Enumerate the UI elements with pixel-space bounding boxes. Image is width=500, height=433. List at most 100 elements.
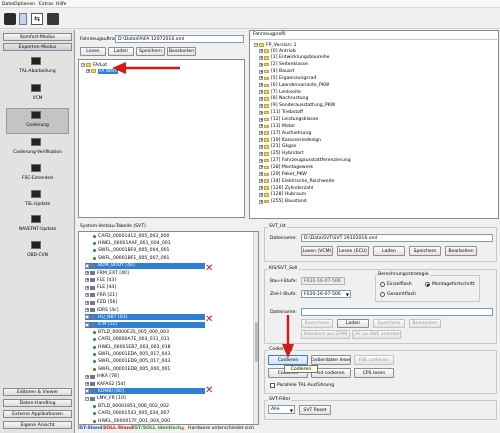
fp-tree-item[interactable]: + [1] Entwicklungsbaureihe xyxy=(259,55,329,61)
expand-icon[interactable]: − xyxy=(85,322,89,327)
expand-icon[interactable]: + xyxy=(259,151,263,156)
fa-path-field[interactable]: D:\Data\FA\FA 12072016.xml xyxy=(115,35,244,43)
svt-reset-button[interactable]: SVT Reset xyxy=(299,405,331,415)
fp-tree-item[interactable]: + [126] Zylinderzahl xyxy=(259,185,313,191)
svt-ist-bearbeiten-button[interactable]: Bearbeiten xyxy=(445,246,477,256)
fa-lesen-button[interactable]: Lesen xyxy=(80,47,106,56)
verifikation-icon[interactable] xyxy=(31,138,41,146)
svt-swe-row[interactable]: HWEL_0000017F_001_004_000 xyxy=(93,418,170,424)
expand-icon[interactable]: + xyxy=(259,199,263,204)
fp-tree-item[interactable]: + [12] Leistungsklasse xyxy=(259,117,318,123)
svt-swe-row[interactable]: CAFD_00001d12_005_003_000 xyxy=(93,233,169,239)
nav-verifikation[interactable]: Codierung-Verifikation xyxy=(3,150,72,155)
svt-ecu-row[interactable]: − ICM [5c] xyxy=(85,321,205,328)
kis-laden-button[interactable]: Laden xyxy=(337,319,369,328)
svt-ecu-row[interactable]: + KAFAS2 [5d] xyxy=(85,381,125,387)
svt-ist-laden-button[interactable]: Laden xyxy=(373,246,405,256)
fp-tree-item[interactable]: + [25] Hybridart xyxy=(259,151,304,157)
fa-speichern-button[interactable]: Speichern xyxy=(136,47,165,56)
obd-icon[interactable] xyxy=(31,241,41,249)
expand-icon[interactable]: + xyxy=(259,131,263,136)
expand-icon[interactable]: + xyxy=(259,186,263,190)
svt-swe-row[interactable]: CAFD_00001543_005_034_007 xyxy=(93,411,169,417)
svt-ist-path[interactable]: D:\Data\SVT\SVT 29102016.xml xyxy=(301,234,493,242)
svt-swe-row[interactable]: BTLD_00000E35_005_000_003 xyxy=(93,329,169,335)
fp-tree-item[interactable]: + [6] Laendervariante_PKW xyxy=(259,82,329,88)
ziel-select[interactable]: F020-16-07-506 ▼ xyxy=(301,290,351,298)
svt-swe-row[interactable]: SWFL_00001ED9_005_017_043 xyxy=(93,359,170,365)
svt-swe-row[interactable]: SWFL_00001BF1_005_007_001 xyxy=(93,255,169,261)
tsl-icon[interactable] xyxy=(31,190,41,198)
menu-optionen[interactable]: Optionen xyxy=(14,2,35,7)
menu-hilfe[interactable]: Hilfe xyxy=(56,2,66,7)
svt-swe-row[interactable]: SWFL_00001EDA_005_017_043 xyxy=(93,351,170,357)
eigene-ansicht-button[interactable]: Eigene Ansicht xyxy=(3,421,72,429)
vcm-icon[interactable] xyxy=(31,84,41,92)
fa-bearbeiten-button[interactable]: Bearbeiten xyxy=(167,47,196,56)
svt-ecu-row[interactable]: + HU_NBT [63] xyxy=(85,314,205,321)
komfort-modus-button[interactable]: Komfort-Modus xyxy=(3,33,72,41)
svt-scroll-thumb[interactable] xyxy=(254,322,258,362)
fp-tree-item[interactable]: + [29] Paket_PKW xyxy=(259,171,307,177)
expand-icon[interactable]: + xyxy=(259,124,263,129)
fp-tree-item[interactable]: + [2] Seitenklasse xyxy=(259,62,308,68)
fp-tree-item[interactable]: + [19] Karosseriedesign xyxy=(259,137,321,143)
cps-lesen-button[interactable]: CPS lesen xyxy=(354,368,394,378)
svt-swe-row[interactable]: CAFD_00000A7E_003_011_011 xyxy=(93,337,170,343)
fp-tree-item[interactable]: + [21] Gkgas xyxy=(259,144,296,150)
svt-ecu-row[interactable]: + BDM_BODY [40] xyxy=(85,262,205,269)
nav-navefnt[interactable]: NAVEFNT-Update xyxy=(3,227,72,232)
expand-icon[interactable]: + xyxy=(259,49,263,53)
svt-swe-row[interactable]: HWEL_00001EB7_003_003_018 xyxy=(93,344,171,350)
gesamtflash-radio[interactable] xyxy=(380,292,385,297)
expand-icon[interactable]: + xyxy=(259,69,263,74)
svt-ecu-row[interactable]: + FZD [56] xyxy=(85,300,117,306)
fp-tree-item[interactable]: + [0] Antrieb xyxy=(259,48,296,54)
kis-speichern-button[interactable]: Speichern xyxy=(373,319,405,328)
fp-tree-item[interactable]: + [5] Ergaenzungsrad xyxy=(259,75,316,81)
expand-icon[interactable]: + xyxy=(259,110,263,115)
berechnen-button[interactable]: Berechnen xyxy=(301,319,333,328)
expand-icon[interactable]: + xyxy=(85,315,89,320)
expand-icon[interactable]: + xyxy=(259,179,263,184)
fp-tree-item[interactable]: + [7] Lenkseite xyxy=(259,89,301,95)
fp-tree-item[interactable]: + [28] Montagewerk xyxy=(259,164,313,170)
nav-tal[interactable]: TAL-Abarbeitung xyxy=(3,69,72,74)
fsc-icon[interactable] xyxy=(31,164,41,172)
nav-codierung[interactable]: Codierung xyxy=(3,123,72,128)
grid-icon[interactable] xyxy=(47,13,59,25)
filter-select[interactable]: Alle ▼ xyxy=(268,405,295,414)
detailiert-epmi-button[interactable]: Detailiert aus EPMI xyxy=(301,330,350,339)
lesen-ecu-button[interactable]: Lesen (ECU) xyxy=(337,246,369,256)
expand-icon[interactable]: + xyxy=(85,278,89,283)
nav-fsc[interactable]: FSC-Extended xyxy=(3,176,72,181)
fp-tree-item[interactable]: + [255] Baustand xyxy=(259,199,307,205)
bau-field[interactable]: F020-16-07-506 xyxy=(301,277,345,285)
expand-icon[interactable]: + xyxy=(259,117,263,122)
svt-ecu-row[interactable]: + FLE [44] xyxy=(85,285,116,291)
expand-icon[interactable]: + xyxy=(259,144,263,149)
nav-tsl[interactable]: TSL-Update xyxy=(3,202,72,207)
expand-icon[interactable]: + xyxy=(85,293,89,298)
fp-tree-item[interactable]: + [128] Hubraum xyxy=(259,192,306,198)
nav-obd[interactable]: OBD-CVN xyxy=(3,253,72,258)
expand-icon[interactable]: + xyxy=(85,374,89,379)
svt-ecu-row[interactable]: + FRR [21] xyxy=(85,292,117,298)
expand-icon[interactable]: + xyxy=(259,83,263,88)
expand-icon[interactable]: + xyxy=(85,300,89,305)
expand-icon[interactable]: + xyxy=(259,165,263,170)
expand-icon[interactable]: + xyxy=(85,285,89,290)
expand-icon[interactable]: + xyxy=(85,389,89,394)
switch-icon[interactable]: ⇆ xyxy=(31,13,43,25)
expand-icon[interactable]: + xyxy=(259,192,263,197)
settings-icon[interactable] xyxy=(4,13,16,25)
svt-scrollbar[interactable] xyxy=(253,232,258,424)
menu-datei[interactable]: Datei xyxy=(2,2,14,7)
codierung-icon[interactable] xyxy=(31,111,41,119)
expand-icon[interactable]: − xyxy=(85,396,89,401)
expand-icon[interactable]: + xyxy=(259,158,263,163)
fdl-codieren-button[interactable]: FDL codieren xyxy=(354,355,394,365)
montagefortschritt-radio[interactable] xyxy=(425,282,430,287)
fp-tree-item[interactable]: + [34] Elektrische_Reichweite xyxy=(259,178,335,184)
svt-swe-row[interactable]: SWFL_00001BF0_005_004_001 xyxy=(93,248,169,254)
